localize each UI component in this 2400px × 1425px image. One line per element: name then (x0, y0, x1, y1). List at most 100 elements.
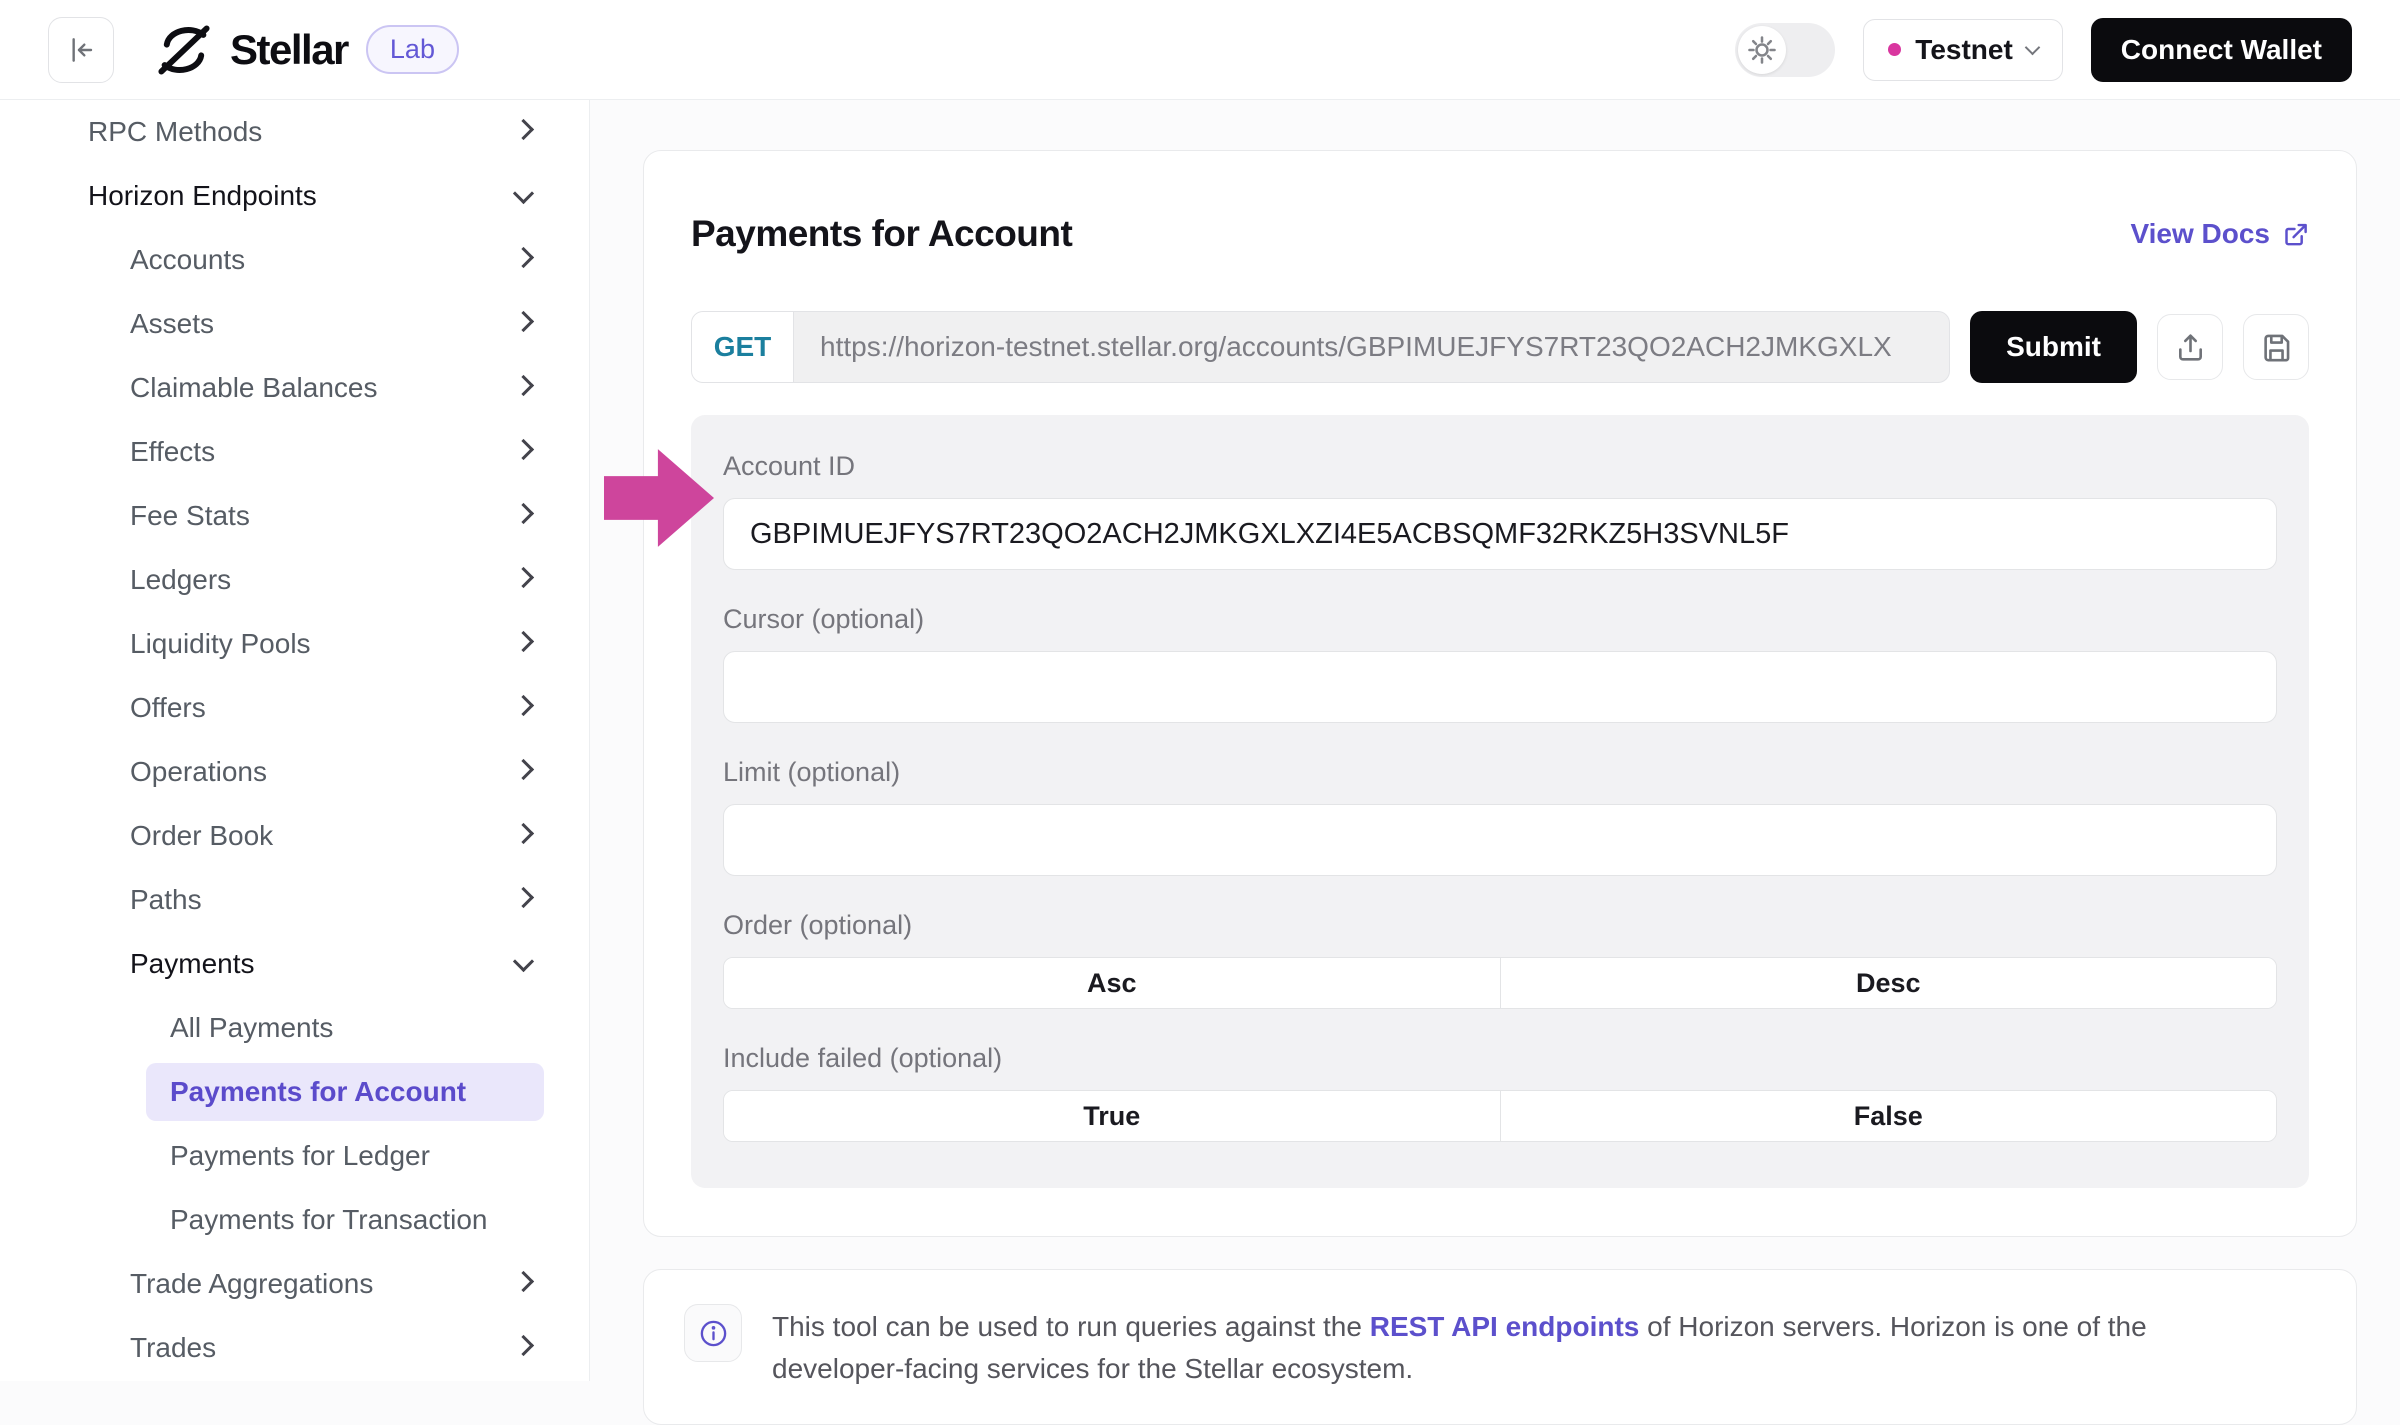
theme-toggle[interactable] (1735, 23, 1835, 77)
sidebar-item-label: Horizon Endpoints (88, 180, 317, 212)
sidebar-item-claimable-balances[interactable]: Claimable Balances (0, 356, 589, 420)
share-icon (2174, 331, 2207, 364)
order-label: Order (optional) (723, 910, 2277, 941)
request-method-badge: GET (692, 312, 794, 382)
cursor-label: Cursor (optional) (723, 604, 2277, 635)
chevron-right-icon (513, 119, 534, 140)
connect-wallet-button[interactable]: Connect Wallet (2091, 18, 2352, 82)
sidebar-item-effects[interactable]: Effects (0, 420, 589, 484)
sidebar-item-liquidity-pools[interactable]: Liquidity Pools (0, 612, 589, 676)
lab-badge: Lab (366, 25, 459, 74)
chevron-right-icon (513, 567, 534, 588)
sidebar-item-order-book[interactable]: Order Book (0, 804, 589, 868)
brand-name: Stellar (230, 26, 348, 74)
cursor-group: Cursor (optional) (723, 604, 2277, 723)
sidebar-item-paths[interactable]: Paths (0, 868, 589, 932)
sidebar-item-payments-for-transaction[interactable]: Payments for Transaction (0, 1188, 589, 1252)
chevron-right-icon (513, 311, 534, 332)
sidebar-item-trade-aggregations[interactable]: Trade Aggregations (0, 1252, 589, 1316)
include-failed-segmented: True False (723, 1090, 2277, 1142)
sidebar-item-rpc-methods[interactable]: RPC Methods (0, 100, 589, 164)
sidebar-item-label: Offers (130, 692, 206, 724)
sidebar-item-label: Accounts (130, 244, 245, 276)
order-asc-button[interactable]: Asc (724, 958, 1500, 1008)
chevron-right-icon (513, 375, 534, 396)
card-header: Payments for Account View Docs (691, 213, 2309, 255)
chevron-right-icon (513, 1271, 534, 1292)
sidebar-item-ledgers[interactable]: Ledgers (0, 548, 589, 612)
chevron-right-icon (513, 759, 534, 780)
page-title: Payments for Account (691, 213, 1072, 255)
sidebar-item-label: Payments for Account (170, 1076, 466, 1108)
info-card: This tool can be used to run queries aga… (643, 1269, 2357, 1425)
sun-icon (1746, 34, 1778, 66)
endpoint-card: Payments for Account View Docs GET https… (643, 150, 2357, 1237)
submit-button[interactable]: Submit (1970, 311, 2137, 383)
sidebar-item-trades[interactable]: Trades (0, 1316, 589, 1380)
info-icon-box (684, 1304, 742, 1362)
sidebar-item-label: Order Book (130, 820, 273, 852)
sidebar-nav: RPC Methods Horizon Endpoints Accounts A… (0, 100, 590, 1381)
request-row: GET https://horizon-testnet.stellar.org/… (691, 311, 2309, 383)
network-selector[interactable]: Testnet (1863, 19, 2063, 81)
sidebar-item-offers[interactable]: Offers (0, 676, 589, 740)
sidebar-item-label: Operations (130, 756, 267, 788)
request-url-bar: GET https://horizon-testnet.stellar.org/… (691, 311, 1950, 383)
header-actions: Testnet Connect Wallet (1735, 18, 2352, 82)
sidebar-item-label: Trade Aggregations (130, 1268, 373, 1300)
sidebar-item-label: Fee Stats (130, 500, 250, 532)
chevron-down-icon (513, 951, 534, 972)
sidebar-item-label: Payments for Ledger (170, 1140, 430, 1172)
sidebar-item-assets[interactable]: Assets (0, 292, 589, 356)
request-url[interactable]: https://horizon-testnet.stellar.org/acco… (794, 312, 1949, 382)
include-failed-true-button[interactable]: True (724, 1091, 1500, 1141)
sidebar-item-label: All Payments (170, 1012, 333, 1044)
account-id-label: Account ID (723, 451, 2277, 482)
view-docs-label: View Docs (2130, 218, 2270, 250)
theme-toggle-knob (1738, 26, 1786, 74)
include-failed-label: Include failed (optional) (723, 1043, 2277, 1074)
account-id-input[interactable] (723, 498, 2277, 570)
limit-label: Limit (optional) (723, 757, 2277, 788)
chevron-down-icon (513, 183, 534, 204)
limit-input[interactable] (723, 804, 2277, 876)
sidebar-item-horizon-endpoints[interactable]: Horizon Endpoints (0, 164, 589, 228)
sidebar-item-all-payments[interactable]: All Payments (0, 996, 589, 1060)
rest-api-endpoints-link[interactable]: REST API endpoints (1370, 1311, 1640, 1342)
request-form: Account ID Cursor (optional) Limit (opti… (691, 415, 2309, 1188)
main-content: Payments for Account View Docs GET https… (590, 100, 2400, 1381)
sidebar-item-label: Trades (130, 1332, 216, 1364)
external-link-icon (2282, 221, 2309, 248)
chevron-right-icon (513, 503, 534, 524)
order-segmented: Asc Desc (723, 957, 2277, 1009)
save-icon (2260, 331, 2293, 364)
chevron-right-icon (513, 823, 534, 844)
cursor-input[interactable] (723, 651, 2277, 723)
include-failed-group: Include failed (optional) True False (723, 1043, 2277, 1142)
collapse-sidebar-button[interactable] (48, 17, 114, 83)
stellar-logo-icon (156, 22, 212, 78)
include-failed-false-button[interactable]: False (1500, 1091, 2277, 1141)
sidebar-item-payments[interactable]: Payments (0, 932, 589, 996)
view-docs-link[interactable]: View Docs (2130, 218, 2309, 250)
sidebar-item-payments-for-account[interactable]: Payments for Account (146, 1063, 544, 1121)
sidebar-item-label: RPC Methods (88, 116, 262, 148)
limit-group: Limit (optional) (723, 757, 2277, 876)
chevron-right-icon (513, 631, 534, 652)
order-desc-button[interactable]: Desc (1500, 958, 2277, 1008)
save-button[interactable] (2243, 314, 2309, 380)
sidebar-item-fee-stats[interactable]: Fee Stats (0, 484, 589, 548)
network-status-dot (1888, 43, 1901, 56)
account-id-group: Account ID (723, 451, 2277, 570)
sidebar-item-label: Claimable Balances (130, 372, 377, 404)
chevron-down-icon (2025, 39, 2041, 55)
sidebar-item-accounts[interactable]: Accounts (0, 228, 589, 292)
sidebar-item-operations[interactable]: Operations (0, 740, 589, 804)
chevron-right-icon (513, 247, 534, 268)
share-button[interactable] (2157, 314, 2223, 380)
sidebar-item-payments-for-ledger[interactable]: Payments for Ledger (0, 1124, 589, 1188)
brand[interactable]: Stellar Lab (156, 22, 459, 78)
chevron-right-icon (513, 887, 534, 908)
sidebar-item-label: Liquidity Pools (130, 628, 311, 660)
sidebar-item-label: Assets (130, 308, 214, 340)
